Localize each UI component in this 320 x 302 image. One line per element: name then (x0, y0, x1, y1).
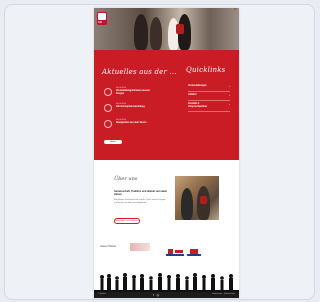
partner-logo[interactable] (130, 243, 150, 251)
news-title: Neuigkeiten aus dem Verein (116, 122, 147, 124)
calendar-icon (104, 104, 112, 112)
calendar-icon (104, 120, 112, 128)
hero-image: AB × (94, 8, 239, 50)
about-text: Wir pflegen das Brauchtum und die Tracht… (114, 199, 166, 204)
arrow-right-icon: › (229, 84, 230, 88)
news-date: 00.00.0000 (116, 87, 127, 89)
news-item[interactable]: 00.00.0000 Veranstaltungshinweis unserer… (104, 87, 184, 100)
hero-figure (150, 17, 162, 50)
close-icon[interactable]: × (233, 8, 237, 13)
news-item[interactable]: 00.00.0000 Neuigkeiten aus dem Verein (104, 119, 184, 132)
logo-text: AB (98, 21, 102, 24)
calendar-icon (104, 88, 112, 96)
quicklink-label: Kontakt & Ansprechpartner (188, 102, 208, 108)
partner-logo-graphic (187, 249, 201, 256)
news-heading: Aktuelles aus der ... (102, 68, 177, 76)
hero-figure-detail (176, 24, 184, 34)
partner-logo-graphic (166, 249, 184, 256)
page-footer: © Verein f ◎ Impressum · Datenschutz (94, 292, 239, 298)
club-logo[interactable]: AB (97, 12, 107, 25)
footer-links[interactable]: Impressum · Datenschutz (212, 293, 235, 295)
footer-copyright: © Verein (98, 293, 106, 295)
quicklink-item[interactable]: Veranstaltungen › (188, 84, 230, 92)
about-photo (175, 176, 219, 220)
social-icons[interactable]: f ◎ (153, 293, 160, 297)
partner-logo[interactable] (187, 244, 201, 256)
dancers-silhouette (94, 273, 239, 292)
news-item[interactable]: 00.00.0000 Jahreshauptversammlung (104, 103, 184, 116)
arrow-right-icon: › (229, 102, 230, 106)
news-date: 00.00.0000 (116, 119, 127, 121)
hero-figure (134, 14, 148, 50)
about-more-button[interactable]: Mehr über uns erfahren (114, 218, 140, 224)
news-title: Jahreshauptversammlung (116, 106, 145, 108)
photo-figure-detail (200, 196, 207, 204)
quicklink-label: Anfahrt (188, 93, 197, 96)
about-subheading: Gemeinschaft, Tradition und Heimat seit … (114, 190, 168, 196)
photo-figure (181, 188, 193, 220)
logo-mark (98, 13, 106, 20)
news-title: Veranstaltungshinweis unserer Gruppe (116, 90, 150, 95)
news-more-button[interactable]: Mehr (104, 140, 122, 144)
website-page[interactable]: AB × Aktuelles aus der ... Quicklinks 00… (94, 8, 239, 298)
quicklink-item[interactable]: Anfahrt › (188, 93, 230, 101)
news-date: 00.00.0000 (116, 103, 127, 105)
quicklink-item[interactable]: Kontakt & Ansprechpartner › (188, 102, 230, 112)
arrow-right-icon: › (229, 93, 230, 97)
about-heading: Über uns (114, 176, 138, 182)
news-section: Aktuelles aus der ... Quicklinks 00.00.0… (94, 50, 239, 160)
quicklink-label: Veranstaltungen (188, 84, 207, 87)
quicklinks-heading: Quicklinks (186, 66, 226, 74)
partner-logo[interactable] (166, 244, 184, 256)
partners-label: Unsere Partner (100, 245, 117, 248)
